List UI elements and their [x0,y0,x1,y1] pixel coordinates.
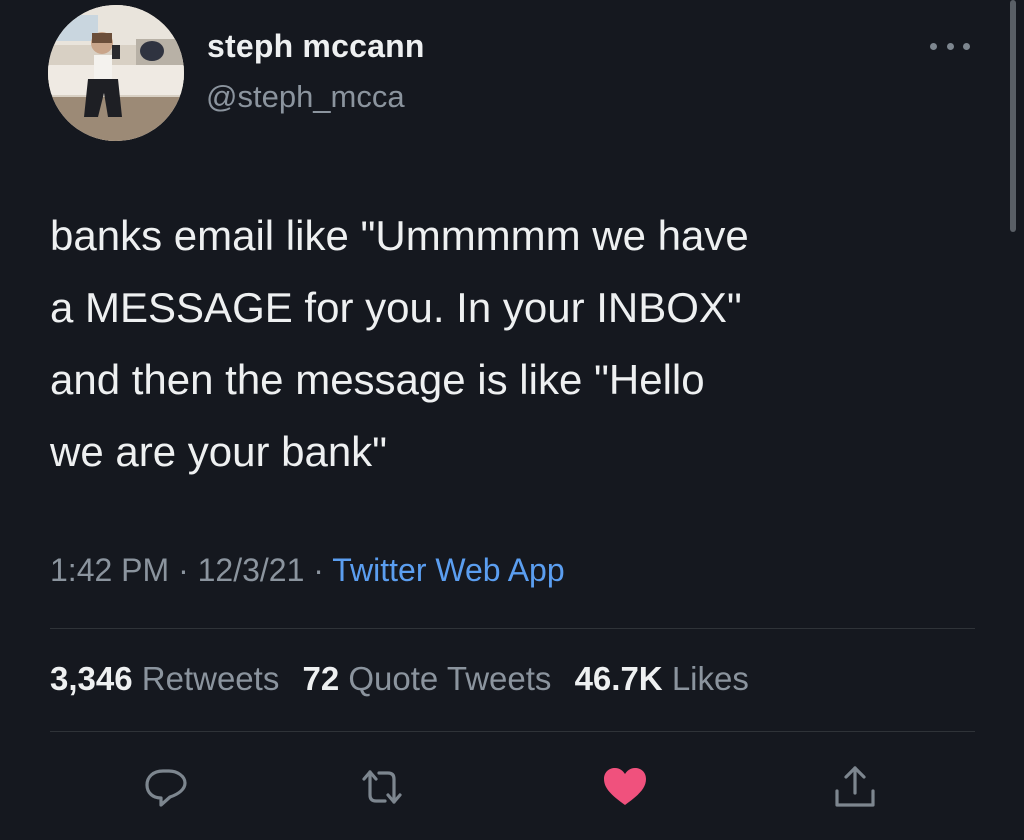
more-dot [946,42,954,50]
more-dot [930,42,937,50]
tweet-text: banks email like "Ummmmm we have a MESSA… [50,212,749,475]
avatar[interactable] [48,5,184,141]
reply-icon [145,769,187,807]
quote-tweets-stat[interactable]: 72 Quote Tweets [303,660,552,697]
retweets-label: Retweets [141,660,280,697]
scrollbar[interactable] [1010,0,1016,232]
tweet-meta: 1:42 PM · 12/3/21 · Twitter Web App [50,552,565,589]
heart-icon [604,768,646,805]
more-options-icon[interactable] [930,34,970,58]
tweet-detail: steph mccann @steph_mcca banks email lik… [0,0,1024,840]
likes-count: 46.7K [574,660,663,697]
retweets-stat[interactable]: 3,346 Retweets [50,660,279,697]
divider [50,628,975,629]
meta-separator: · [313,552,333,588]
more-dot [963,42,970,50]
tweet-source-link[interactable]: Twitter Web App [332,552,564,588]
retweets-count: 3,346 [50,660,133,697]
author-handle[interactable]: @steph_mcca [206,79,405,115]
like-button[interactable] [601,763,649,811]
author-name[interactable]: steph mccann [207,28,425,65]
tweet-date[interactable]: 12/3/21 [198,552,305,588]
likes-label: Likes [671,660,749,697]
likes-stat[interactable]: 46.7K Likes [575,660,749,697]
share-icon [835,766,875,807]
divider [50,731,975,732]
tweet-time[interactable]: 1:42 PM [50,552,169,588]
quote-tweets-count: 72 [302,660,340,697]
retweet-button[interactable] [358,763,406,811]
quote-tweets-label: Quote Tweets [348,660,552,697]
tweet-stats: 3,346 Retweets 72 Quote Tweets 46.7K Lik… [50,660,763,698]
retweet-icon [362,770,402,804]
share-button[interactable] [831,763,879,811]
reply-button[interactable] [142,763,190,811]
meta-separator: · [178,552,198,588]
